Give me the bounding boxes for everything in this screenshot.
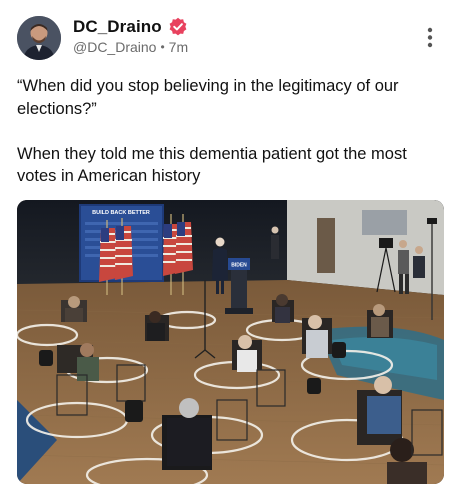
post-text-paragraph: “When did you stop believing in the legi… (17, 77, 399, 118)
post-media-image[interactable]: BUILD BACK BETTER BIDEN (17, 200, 444, 484)
author-handle[interactable]: @DC_Draino (73, 39, 156, 55)
author-display-name[interactable]: DC_Draino (73, 17, 162, 37)
podium-text: BIDEN (231, 263, 247, 269)
post-card: DC_Draino @DC_Draino • 7m “When did you … (0, 0, 461, 500)
author-avatar[interactable] (17, 16, 61, 60)
post-text-paragraph: When they told me this dementia patient … (17, 144, 407, 186)
more-options-button[interactable] (418, 24, 442, 52)
post-timestamp[interactable]: 7m (169, 39, 188, 55)
author-name-row: DC_Draino (73, 15, 188, 39)
author-meta-row: @DC_Draino • 7m (73, 39, 188, 55)
campaign-event-photo: BUILD BACK BETTER BIDEN (17, 200, 444, 484)
meta-separator: • (160, 40, 165, 54)
banner-text: BUILD BACK BETTER (92, 210, 150, 216)
verified-badge-icon (169, 17, 187, 36)
avatar-image (17, 16, 61, 60)
post-text: “When did you stop believing in the legi… (17, 75, 447, 210)
more-vertical-icon (427, 27, 433, 48)
